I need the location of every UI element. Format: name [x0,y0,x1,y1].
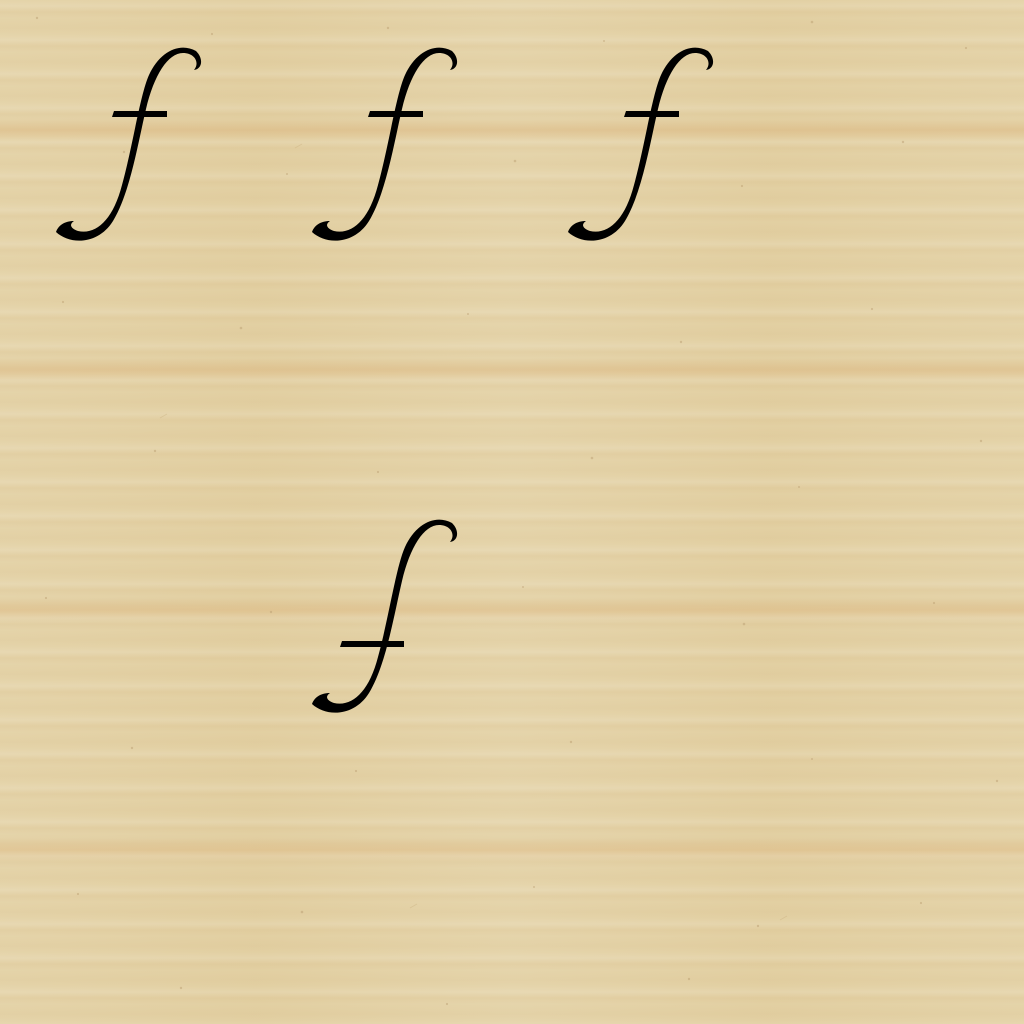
game-piece[interactable]: ƒ [306,507,466,727]
game-piece[interactable]: ƒ [50,35,210,255]
florin-f-icon [312,47,458,241]
florin-f-icon [312,519,458,713]
game-piece-symbol: ƒ [50,35,51,36]
florin-f-icon [56,47,202,241]
game-piece-symbol: ƒ [306,35,307,36]
game-piece-symbol: ƒ [306,507,307,508]
game-board: ƒ ƒ ƒ ƒ [0,0,1024,1024]
game-piece[interactable]: ƒ [562,35,722,255]
game-piece-symbol: ƒ [562,35,563,36]
florin-f-icon [568,47,714,241]
game-piece[interactable]: ƒ [306,35,466,255]
